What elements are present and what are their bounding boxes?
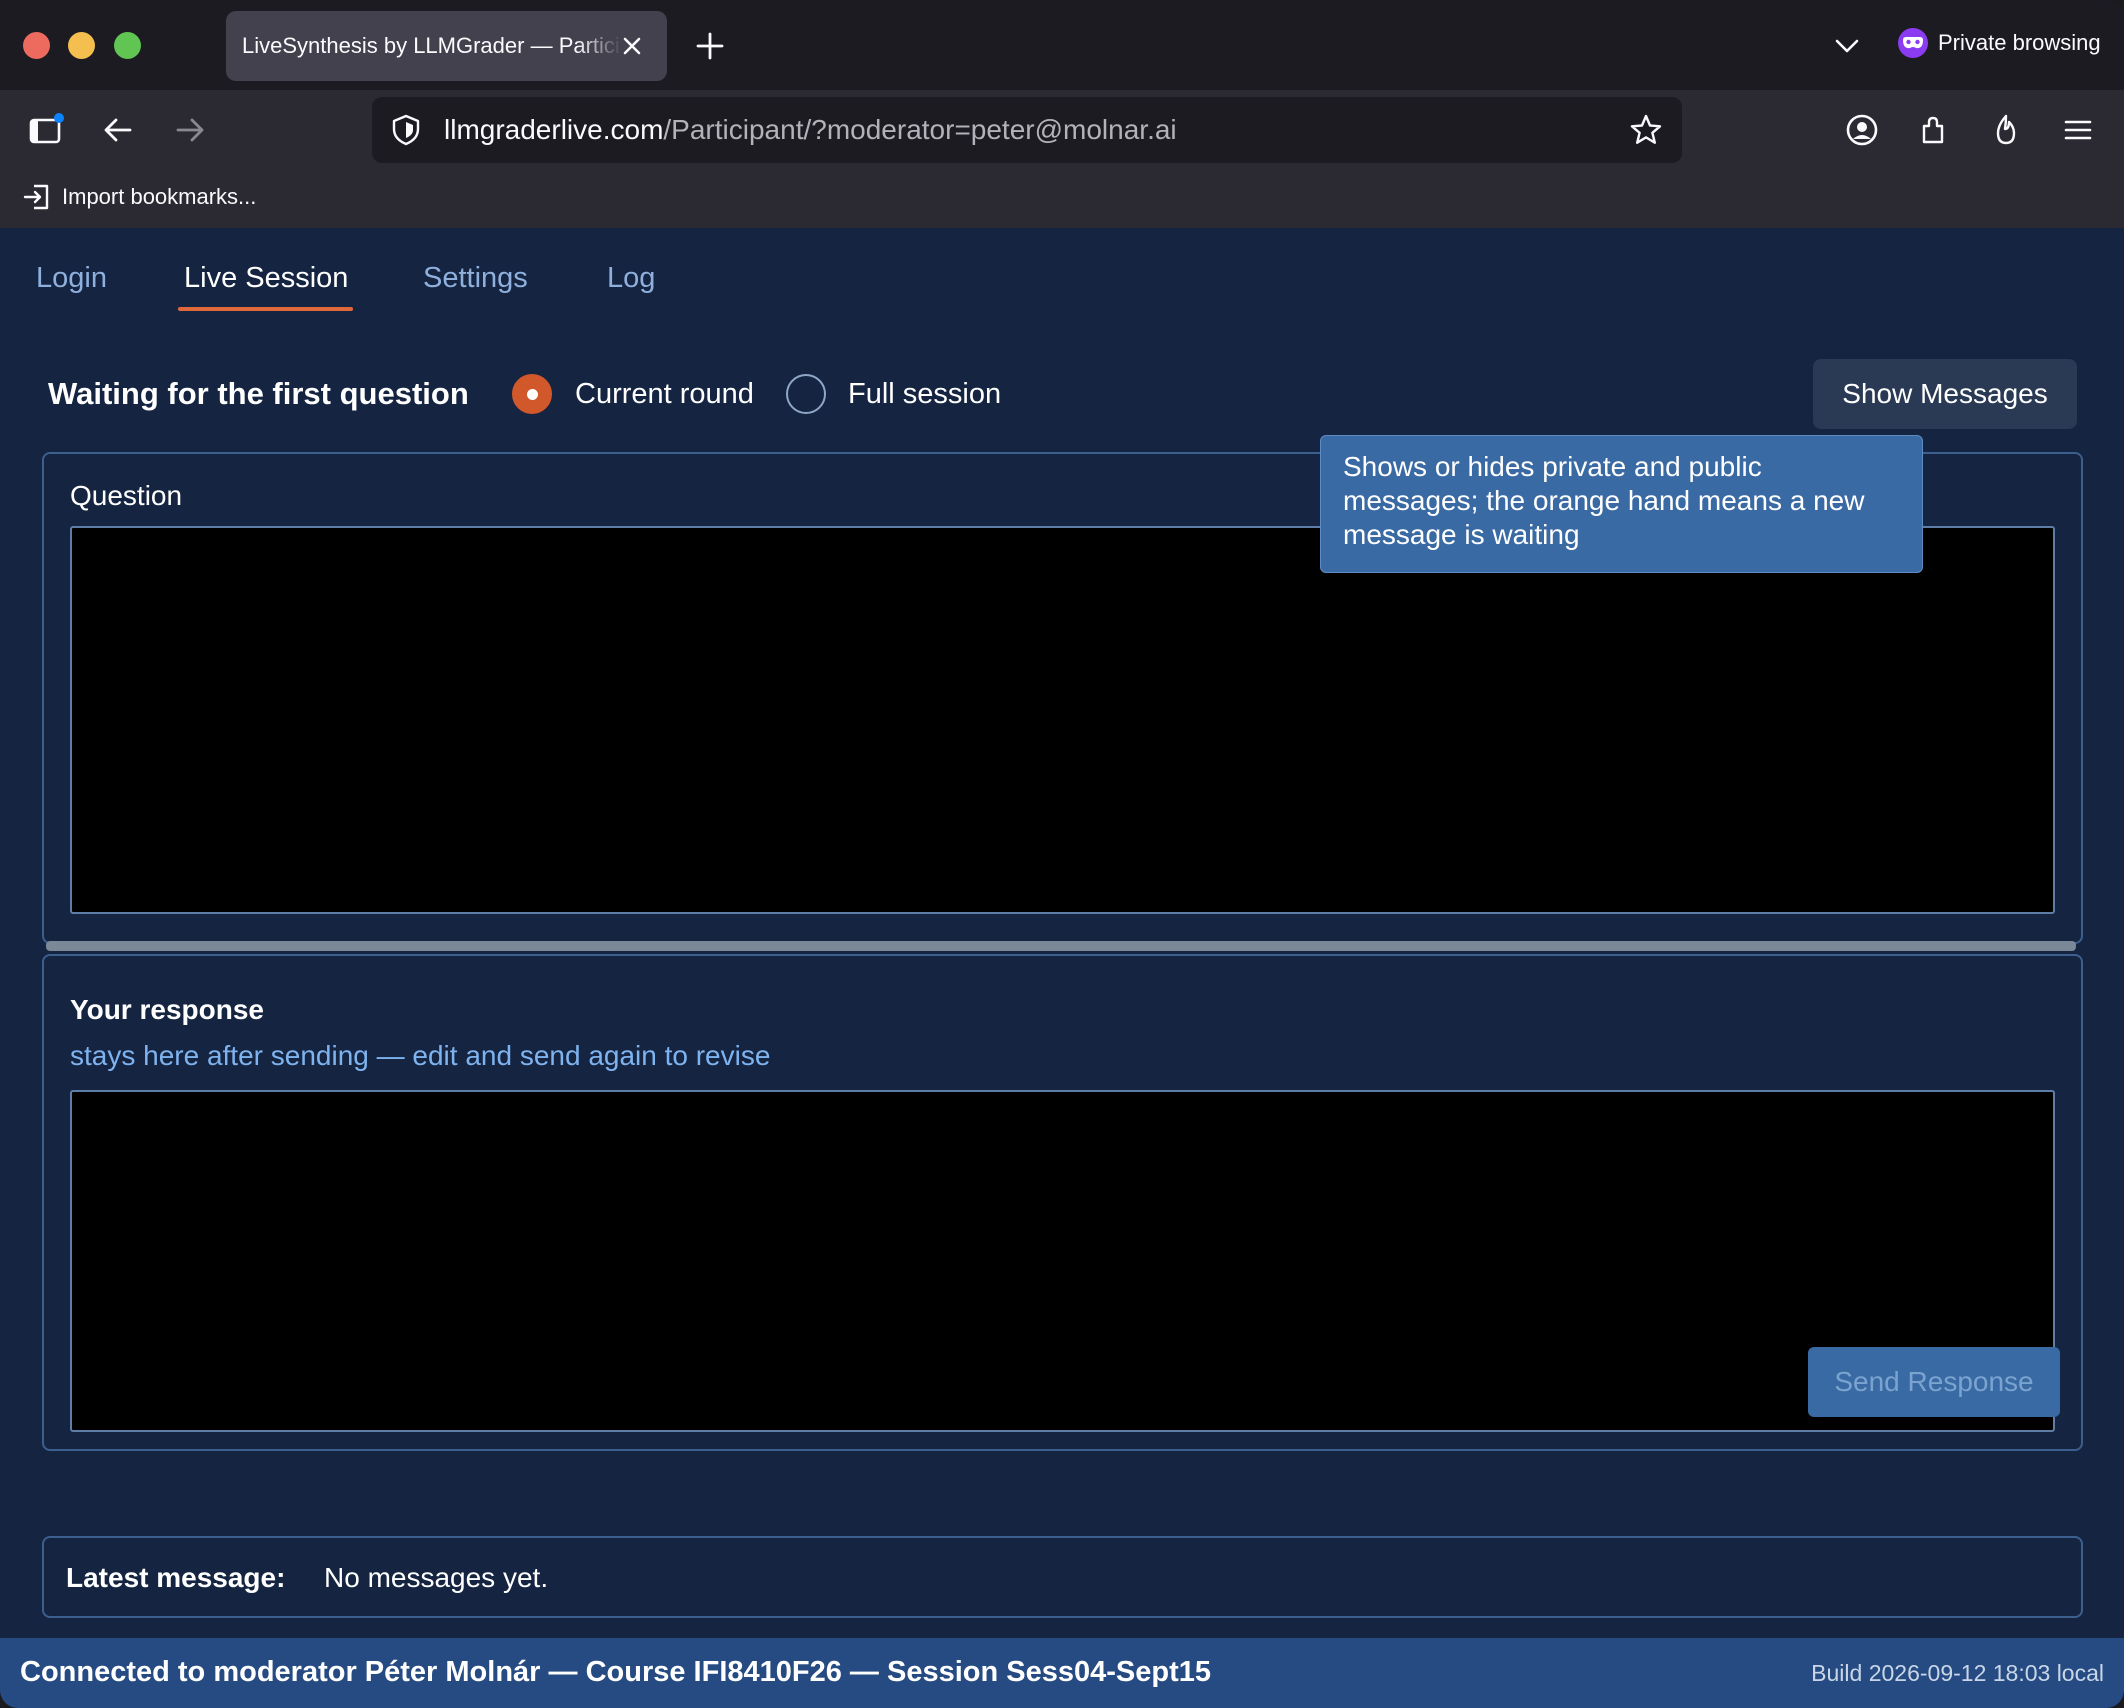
extensions-puzzle-icon[interactable] xyxy=(1916,112,1952,148)
radio-current-round[interactable] xyxy=(512,374,552,414)
response-textarea[interactable] xyxy=(70,1090,2055,1432)
import-bookmarks-label: Import bookmarks... xyxy=(62,184,257,209)
chevron-down-icon[interactable] xyxy=(1833,32,1861,60)
forget-flame-icon[interactable] xyxy=(1988,112,2024,148)
tab-settings[interactable]: Settings xyxy=(423,262,528,295)
zoom-window-button[interactable] xyxy=(114,32,141,59)
tab-log[interactable]: Log xyxy=(607,262,655,295)
back-arrow-icon[interactable] xyxy=(100,112,136,148)
hamburger-menu-icon[interactable] xyxy=(2060,112,2096,148)
response-panel: Your response stays here after sending —… xyxy=(42,954,2083,1451)
minimize-window-button[interactable] xyxy=(68,32,95,59)
question-label: Question xyxy=(70,480,183,511)
app-nav-tabs: Login Live Session Settings Log xyxy=(0,228,2124,318)
private-browsing-indicator: Private browsing xyxy=(1898,28,2101,58)
tab-strip: LiveSynthesis by LLMGrader — Participant… xyxy=(0,0,2124,90)
import-bookmarks-button[interactable]: Import bookmarks... xyxy=(22,182,256,212)
tab-title: LiveSynthesis by LLMGrader — Participant xyxy=(242,33,622,58)
import-icon xyxy=(23,184,49,210)
bookmarks-toolbar: Import bookmarks... xyxy=(0,170,2124,228)
tab-login[interactable]: Login xyxy=(36,262,107,295)
url-text[interactable]: llmgraderlive.com/Participant/?moderator… xyxy=(444,114,1177,146)
bookmark-star-icon[interactable] xyxy=(1628,112,1664,148)
session-status-title: Waiting for the first question xyxy=(48,376,469,411)
new-tab-icon[interactable] xyxy=(694,30,726,62)
active-tab-indicator xyxy=(178,307,353,311)
url-host: llmgraderlive.com xyxy=(444,114,664,145)
connection-status-bar: Connected to moderator Péter Molnár — Co… xyxy=(0,1638,2124,1708)
radio-full-session-label[interactable]: Full session xyxy=(848,378,1001,411)
browser-window: LiveSynthesis by LLMGrader — Participant… xyxy=(0,0,2124,1708)
forward-arrow-icon[interactable] xyxy=(172,112,208,148)
account-icon[interactable] xyxy=(1844,112,1880,148)
close-window-button[interactable] xyxy=(23,32,50,59)
show-messages-tooltip: Shows or hides private and public messag… xyxy=(1320,435,1923,573)
response-subtitle: stays here after sending — edit and send… xyxy=(70,1040,771,1071)
response-heading: Your response xyxy=(70,994,264,1025)
url-bar[interactable]: llmgraderlive.com/Participant/?moderator… xyxy=(372,97,1682,163)
send-response-button[interactable]: Send Response xyxy=(1808,1347,2060,1417)
latest-message-label: Latest message: xyxy=(66,1562,286,1593)
private-mask-icon xyxy=(1898,28,1928,58)
connection-status-text: Connected to moderator Péter Molnár — Co… xyxy=(20,1656,1211,1688)
panel-splitter[interactable] xyxy=(46,941,2076,951)
show-messages-button[interactable]: Show Messages xyxy=(1813,359,2077,429)
radio-current-round-label[interactable]: Current round xyxy=(575,378,754,411)
sidebar-toggle-icon[interactable] xyxy=(28,112,64,148)
session-status-row: Waiting for the first question Current r… xyxy=(48,359,2077,429)
private-browsing-label: Private browsing xyxy=(1938,30,2101,55)
tracking-shield-icon[interactable] xyxy=(389,113,423,147)
radio-full-session[interactable] xyxy=(786,374,826,414)
latest-message-panel: Latest message: No messages yet. xyxy=(42,1536,2083,1618)
browser-tab[interactable]: LiveSynthesis by LLMGrader — Participant xyxy=(226,11,667,81)
build-info-text: Build 2026-09-12 18:03 local xyxy=(1811,1660,2104,1686)
tab-live-session[interactable]: Live Session xyxy=(184,262,348,295)
url-path: /Participant/?moderator=peter@molnar.ai xyxy=(663,114,1177,145)
close-tab-icon[interactable] xyxy=(617,31,647,61)
question-display xyxy=(70,526,2055,914)
app-page: Login Live Session Settings Log Waiting … xyxy=(0,228,2124,1708)
latest-message-value: No messages yet. xyxy=(324,1562,549,1593)
